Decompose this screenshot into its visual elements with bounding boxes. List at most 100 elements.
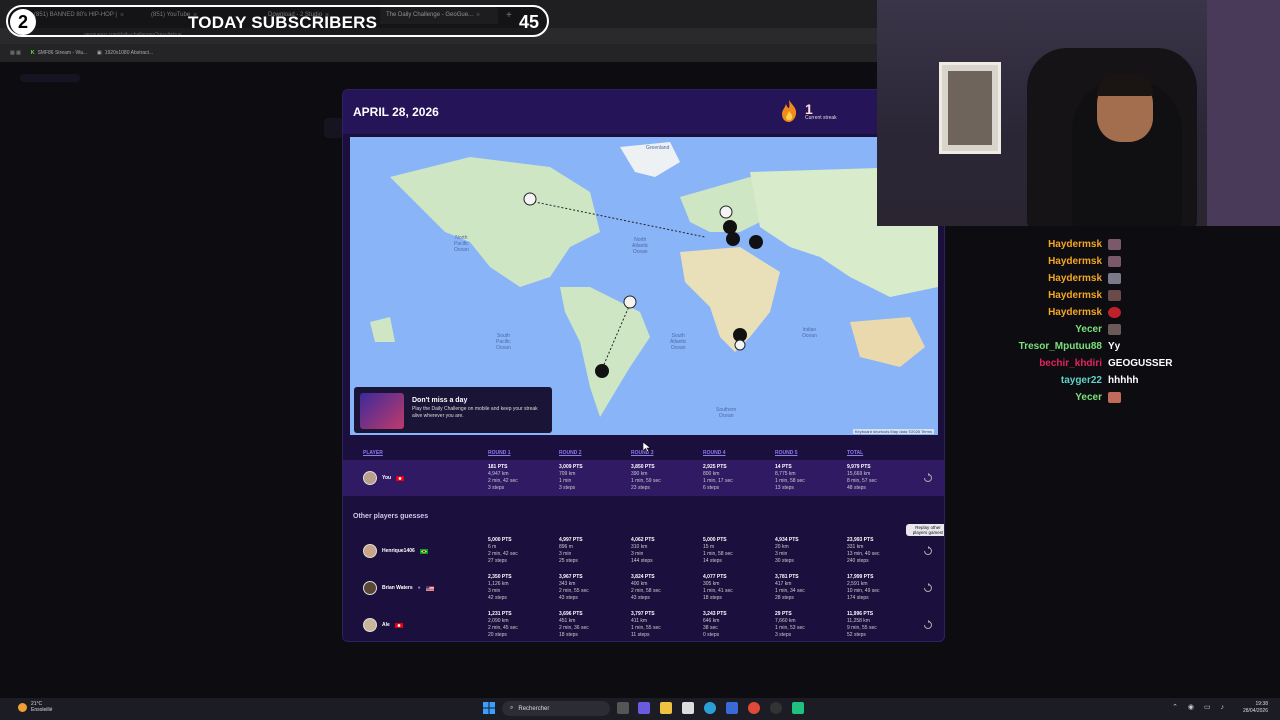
others-section-title: Other players guesses	[353, 513, 429, 520]
streak-label: Current streak	[805, 115, 837, 121]
chat-username: tayger22	[1060, 375, 1102, 386]
chat-username: Haydermsk	[1048, 290, 1102, 301]
file-explorer-icon[interactable]	[660, 702, 672, 714]
table-cell: 3,824 PTS 400 km 2 min, 58 sec 43 steps	[631, 574, 661, 601]
bookmark-apps-icon[interactable]: ▦ ▦	[10, 50, 21, 56]
chat-message: Tresor_Mputuu88 Yy	[980, 338, 1270, 355]
label-indian: Indian Ocean	[802, 327, 817, 339]
taskbar-search[interactable]: ⌕ Rechercher	[502, 701, 610, 716]
chat-overlay: Haydermsk Haydermsk Haydermsk Haydermsk …	[980, 236, 1270, 406]
chat-message: Yecer	[980, 389, 1270, 406]
bookmark-abstract[interactable]: ▣ 1920x1080 Abstract...	[97, 50, 153, 56]
wall-picture-frame	[939, 62, 1001, 154]
table-cell: 2,925 PTS 800 km 1 min, 17 sec 6 steps	[703, 464, 733, 491]
table-cell: 3,967 PTS 343 km 2 min, 55 sec 43 steps	[559, 574, 589, 601]
col-round-5[interactable]: ROUND 5	[775, 450, 798, 456]
bookmark-label: SMF86 Stream - Wa...	[37, 50, 88, 56]
flag-marker	[723, 220, 737, 234]
promo-title: Don't miss a day	[412, 397, 468, 404]
emote-icon	[1108, 392, 1121, 403]
outlook-icon[interactable]	[726, 702, 738, 714]
mouse-cursor-icon	[643, 442, 651, 452]
player-henrique: Henrique1406	[363, 544, 428, 558]
task-view-icon[interactable]	[617, 702, 629, 714]
teams-icon[interactable]	[638, 702, 650, 714]
system-tray[interactable]: ⌃ ◉ ▭ ♪	[1172, 703, 1228, 711]
bookmark-smf86[interactable]: K SMF86 Stream - Wa...	[31, 50, 87, 56]
col-round-1[interactable]: ROUND 1	[488, 450, 511, 456]
app-icon[interactable]	[792, 702, 804, 714]
edge-icon[interactable]	[704, 702, 716, 714]
bookmark-label: 1920x1080 Abstract...	[104, 50, 154, 56]
clock-time: 19:38	[1255, 701, 1268, 707]
flame-icon	[782, 100, 797, 122]
col-round-2[interactable]: ROUND 2	[559, 450, 582, 456]
table-cell: 3,696 PTS 451 km 2 min, 36 sec 18 steps	[559, 611, 589, 638]
taskbar: 21°C Ensoleillé ⌕ Rechercher ⌃ ◉ ▭ ♪ 19:3…	[0, 698, 1280, 720]
tunisia-flag-icon	[396, 475, 405, 481]
weather-text: Ensoleillé	[31, 707, 53, 713]
result-map[interactable]: Greenland North Pacific Ocean North Atla…	[350, 137, 938, 435]
table-cell: 5,000 PTS 6 m2 min, 42 sec 27 steps	[488, 537, 518, 564]
player-ale: Ale	[363, 618, 403, 632]
daily-promo-banner[interactable]: Don't miss a day Play the Daily Challeng…	[354, 387, 552, 433]
replay-icon[interactable]	[923, 546, 933, 556]
replay-icon[interactable]	[923, 583, 933, 593]
bookmarks-bar: ▦ ▦ K SMF86 Stream - Wa... ▣ 1920x1080 A…	[0, 44, 880, 62]
taskbar-clock[interactable]: 19:38 28/04/2026	[1243, 701, 1268, 715]
col-round-4[interactable]: ROUND 4	[703, 450, 726, 456]
chat-username: Yecer	[1075, 392, 1102, 403]
streamer-hair	[1097, 74, 1153, 96]
table-cell: 4,062 PTS 310 km 3 min 144 steps	[631, 537, 655, 564]
chat-username: Haydermsk	[1048, 273, 1102, 284]
chat-username: Haydermsk	[1048, 307, 1102, 318]
obs-icon[interactable]	[770, 702, 782, 714]
clock-date: 28/04/2026	[1242, 708, 1268, 714]
table-cell: 2,350 PTS 1,126 km 3 min 42 steps	[488, 574, 512, 601]
chat-message: tayger22 hhhhh	[980, 372, 1270, 389]
ghost-shape	[324, 118, 344, 138]
replay-icon[interactable]	[923, 473, 933, 483]
challenge-date: APRIL 28, 2026	[353, 105, 439, 119]
bookmark-favicon-icon: K	[30, 50, 35, 56]
subscriber-overlay: 2 TODAY SUBSCRIBERS 45	[6, 5, 549, 37]
guess-marker	[623, 295, 637, 309]
streak-indicator: 1 Current streak	[779, 99, 837, 123]
subscriber-title: TODAY SUBSCRIBERS	[188, 13, 378, 32]
chat-message: Haydermsk	[980, 236, 1270, 253]
guess-marker	[734, 339, 746, 351]
table-cell: 4,997 PTS 896 m3 min 25 steps	[559, 537, 583, 564]
chrome-icon[interactable]	[748, 702, 760, 714]
weather-widget[interactable]: 21°C Ensoleillé	[18, 701, 52, 713]
table-cell-total: 11,996 PTS 11,258 km 9 min, 55 sec 52 steps	[847, 611, 877, 638]
chat-message: Haydermsk	[980, 253, 1270, 270]
australia-shape	[850, 317, 925, 367]
table-cell: 5,000 PTS 15 m1 min, 58 sec 14 steps	[703, 537, 733, 564]
verified-icon: ●	[417, 585, 421, 591]
emote-icon	[1108, 324, 1121, 335]
emote-icon	[1108, 307, 1121, 318]
table-row: Ale 1,231 PTS 2,090 km 2 min, 45 sec 20 ste…	[343, 607, 944, 641]
chat-username: Tresor_Mputuu88	[1018, 341, 1102, 352]
guess-marker	[523, 192, 537, 206]
store-icon[interactable]	[682, 702, 694, 714]
table-cell-total: 23,993 PTS 331 km 13 min, 40 sec 240 steps	[847, 537, 880, 564]
flag-marker	[595, 364, 609, 378]
table-cell: 3,009 PTS 709 km 1 min 3 steps	[559, 464, 583, 491]
label-north-atlantic: North Atlantic Ocean	[632, 237, 649, 255]
table-cell: 3,781 PTS 417 km 1 min, 34 sec 28 steps	[775, 574, 805, 601]
windows-start-icon[interactable]	[483, 702, 495, 714]
table-cell: 29 PTS 7,660 km 1 min, 53 sec 3 steps	[775, 611, 805, 638]
label-greenland: Greenland	[646, 145, 670, 151]
table-cell-total: 17,999 PTS 2,591 km 10 min, 49 sec 174 step…	[847, 574, 880, 601]
chat-username: bechir_khdiri	[1039, 358, 1102, 369]
screen: (851) BANNED 80's HIP-HOP | × (851) YouT…	[0, 0, 1280, 720]
chat-message: Yecer	[980, 321, 1270, 338]
webcam-feed	[877, 0, 1280, 226]
card-header: APRIL 28, 2026 1 Current streak	[343, 90, 944, 134]
emote-icon	[1108, 290, 1121, 301]
replay-icon[interactable]	[923, 620, 933, 630]
map-attribution[interactable]: Keyboard shortcuts Map data ©2026 Terms	[852, 429, 934, 434]
tunisia-flag-icon	[394, 622, 403, 628]
flag-marker	[726, 232, 740, 246]
